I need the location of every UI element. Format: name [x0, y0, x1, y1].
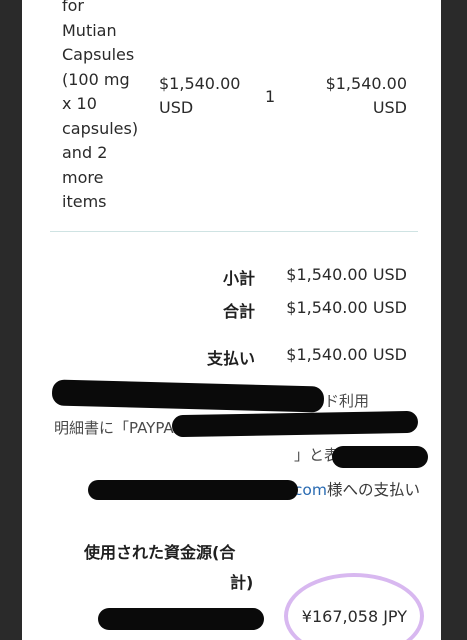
item-description-line: Capsules: [62, 45, 135, 64]
subtotal-label: 小計: [222, 269, 255, 288]
item-description-line: and 2: [62, 143, 108, 162]
item-description-line: items: [62, 192, 107, 211]
right-frame: [441, 0, 467, 640]
funding-heading-line-2: 計): [230, 573, 254, 592]
line-total-currency: USD: [372, 98, 407, 117]
left-frame: [0, 0, 22, 640]
item-description-line: x 10: [62, 94, 97, 113]
redaction-mark: [332, 446, 428, 468]
redaction-mark: [88, 480, 298, 500]
funding-heading-line-1: 使用された資金源(合: [84, 543, 236, 562]
payee-suffix: 様への支払い: [326, 481, 420, 499]
item-description-line: more: [62, 167, 104, 187]
item-line-total: $1,540.00 USD: [326, 72, 407, 120]
total-label: 合計: [222, 302, 255, 321]
receipt-sheet: for Mutian Capsules (100 mg x 10 capsule…: [22, 0, 441, 640]
line-total-amount: $1,540.00: [325, 74, 407, 93]
highlight-circle: [284, 573, 424, 640]
item-description: for Mutian Capsules (100 mg x 10 capsule…: [62, 0, 154, 215]
payment-label: 支払い: [206, 349, 255, 368]
redaction-mark: [171, 410, 419, 438]
item-description-line: (100 mg: [62, 69, 130, 89]
payment-row: 支払い $1,540.00 USD: [22, 345, 441, 371]
price-amount: $1,540.00: [159, 74, 241, 93]
subtotal-row: 小計 $1,540.00 USD: [22, 265, 441, 291]
item-unit-price: $1,540.00 USD: [159, 72, 240, 120]
item-quantity: 1: [265, 87, 276, 106]
subtotal-value: $1,540.00 USD: [286, 265, 407, 284]
total-value: $1,540.00 USD: [286, 298, 407, 317]
section-divider: [50, 231, 418, 232]
item-description-line: Mutian: [62, 20, 117, 40]
redaction-mark: [98, 608, 264, 630]
item-description-line: for: [62, 0, 84, 15]
item-description-line: capsules): [62, 118, 139, 138]
total-row: 合計 $1,540.00 USD: [22, 298, 441, 324]
price-currency: USD: [159, 98, 194, 117]
payment-value: $1,540.00 USD: [286, 345, 407, 364]
